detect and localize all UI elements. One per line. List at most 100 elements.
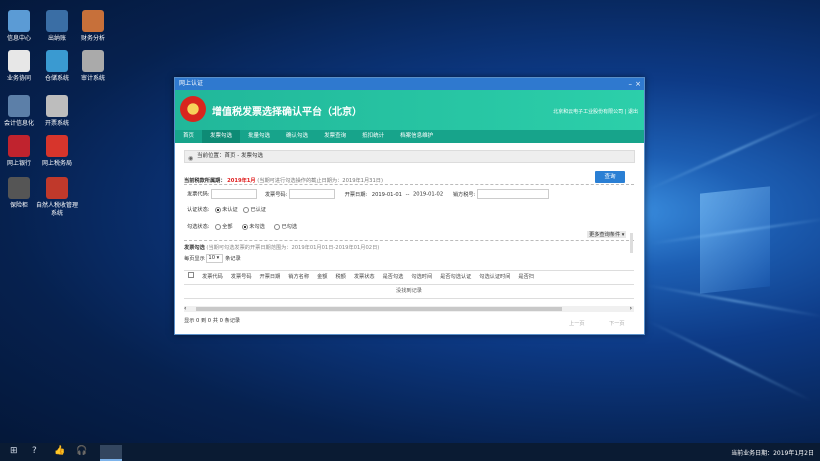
app-icon xyxy=(8,50,30,72)
desktop-icon-label: 审计系统 xyxy=(80,75,105,82)
nav-tab[interactable]: 抵扣统计 xyxy=(354,130,392,143)
page-size-prefix: 每页显示 xyxy=(184,256,205,262)
thumbs-up-icon[interactable]: 👍 xyxy=(54,446,65,456)
app-icon xyxy=(46,95,68,117)
empty-table-message: 没找到记录 xyxy=(184,284,634,299)
date-to-input[interactable]: 2019-01-02 xyxy=(413,192,443,198)
desktop-icon-label: 自然人税收管理系统 xyxy=(35,202,78,217)
filter-row-auth: 认证状态: 未认证 已认证 xyxy=(187,206,266,213)
more-filters-link[interactable]: 更多查询条件 ▾ xyxy=(587,231,627,238)
table-column-header[interactable]: 是否勾选认证 xyxy=(436,271,475,281)
nav-tab[interactable]: 发票查询 xyxy=(316,130,354,143)
table-column-header[interactable]: 金额 xyxy=(313,271,331,281)
help-icon[interactable]: ? xyxy=(32,446,37,456)
taskbar-app-icon[interactable] xyxy=(100,445,122,461)
desktop-icon-label: 网上税务局 xyxy=(41,160,72,167)
app-icon xyxy=(46,50,68,72)
main-nav: 首页 发票勾选 批量勾选 确认勾选 发票查询 抵扣统计 档案信息维护 xyxy=(175,130,644,143)
scroll-right-icon[interactable]: › xyxy=(630,305,632,312)
seller-tax-label: 销方税号: xyxy=(452,191,476,198)
date-from-input[interactable]: 2019-01-01 xyxy=(372,192,402,198)
app-icon xyxy=(82,10,104,32)
prev-page-button[interactable]: 上一页 xyxy=(569,320,585,327)
invoice-table: 发票代码 发票号码 开票日期 销方名称 金额 税额 发票状态 是否勾选 勾选时间 是否勾选认证 勾选… xyxy=(184,271,538,281)
query-button[interactable]: 查询 xyxy=(595,171,625,183)
desktop-icon[interactable]: 审计系统 xyxy=(71,50,115,83)
date-separator: -- xyxy=(405,191,410,198)
filter-row-select: 勾选状态: 全部 未勾选 已勾选 xyxy=(187,223,297,230)
section-note: (当期可勾选发票的开票日期范围为：2019年01月01日-2019年01月02日… xyxy=(206,245,380,251)
nav-tab[interactable]: 发票勾选 xyxy=(202,130,241,143)
next-page-button[interactable]: 下一页 xyxy=(609,320,625,327)
minimize-button[interactable]: – xyxy=(629,78,633,90)
nav-tab[interactable]: 批量勾选 xyxy=(240,130,278,143)
business-date: 当前业务日期：2019年1月2日 xyxy=(731,450,814,457)
scrollbar-thumb[interactable] xyxy=(196,307,562,311)
location-pin-icon: ◉ xyxy=(188,155,194,162)
table-column-header[interactable]: 勾选时间 xyxy=(407,271,436,281)
divider xyxy=(184,240,634,241)
close-button[interactable]: × xyxy=(635,78,641,90)
select-unchecked-radio[interactable] xyxy=(242,223,249,230)
select-all-checkbox[interactable] xyxy=(184,271,198,281)
invoice-no-input[interactable] xyxy=(288,189,335,199)
app-icon xyxy=(46,177,68,199)
auth-status-label: 认证状态: xyxy=(187,207,210,213)
nav-tab[interactable]: 首页 xyxy=(175,130,202,143)
auth-verified-radio[interactable] xyxy=(243,206,250,213)
windows-logo-glow xyxy=(700,186,770,294)
windows-start-icon[interactable]: ⊞ xyxy=(10,446,18,456)
section-header: 发票勾选 (当期可勾选发票的开票日期范围为：2019年01月01日-2019年0… xyxy=(184,244,379,251)
taskbar: ⊞ ? 👍 🎧 当前业务日期：2019年1月2日 xyxy=(0,443,820,461)
page-size-suffix: 条记录 xyxy=(225,256,241,262)
table-footer-info: 显示 0 到 0 共 0 条记录 xyxy=(184,318,241,324)
window-titlebar[interactable]: 网上认证 – × xyxy=(175,78,644,90)
desktop-icon[interactable]: 自然人税收管理系统 xyxy=(35,177,79,218)
wallpaper-light-beam xyxy=(647,111,820,191)
content-scrollbar[interactable] xyxy=(630,233,633,253)
select-checked-label: 已勾选 xyxy=(281,224,298,230)
app-icon xyxy=(8,135,30,157)
table-column-header[interactable]: 是否扫 xyxy=(514,271,538,281)
table-column-header[interactable]: 发票状态 xyxy=(350,271,379,281)
platform-title: 增值税发票选择确认平台（北京） xyxy=(212,107,362,118)
app-icon xyxy=(8,177,30,199)
desktop-icon[interactable]: 财务分析 xyxy=(71,10,115,43)
headset-icon[interactable]: 🎧 xyxy=(76,446,87,456)
page-size-value: 10 xyxy=(208,255,216,261)
app-icon xyxy=(46,10,68,32)
window-title: 网上认证 xyxy=(179,80,204,87)
table-column-header[interactable]: 税额 xyxy=(331,271,349,281)
auth-verified-label: 已认证 xyxy=(250,207,266,213)
select-checked-radio[interactable] xyxy=(274,223,281,230)
table-header-row: 发票代码 发票号码 开票日期 销方名称 金额 税额 发票状态 是否勾选 勾选时间 是否勾选认证 勾选… xyxy=(184,271,538,281)
table-column-header[interactable]: 开票日期 xyxy=(256,271,285,281)
desktop-icon[interactable]: 开票系统 xyxy=(35,95,79,128)
scroll-left-icon[interactable]: ‹ xyxy=(184,305,186,312)
horizontal-scrollbar[interactable]: ‹ › xyxy=(184,305,634,312)
company-logout-link[interactable]: 北京和云电子工业股份有限公司 | 退出 xyxy=(553,108,638,115)
nav-tab[interactable]: 确认勾选 xyxy=(278,130,316,143)
nav-tab[interactable]: 档案信息维护 xyxy=(392,130,441,143)
invoice-code-input[interactable] xyxy=(211,189,258,199)
select-all-radio[interactable] xyxy=(215,223,222,230)
select-status-label: 勾选状态: xyxy=(187,224,210,230)
app-icon xyxy=(8,95,30,117)
table-column-header[interactable]: 勾选认证时间 xyxy=(475,271,514,281)
filter-row-1: 发票代码: 发票号码: 开票日期: 2019-01-01 -- 2019-01-… xyxy=(187,189,549,199)
page-size-select[interactable]: 10 ▾ xyxy=(206,254,224,263)
tax-period-row: 当前税款所属期： 2019年1月 (当期可进行勾选操作的截止日期为：2019年1… xyxy=(184,177,383,184)
table-column-header[interactable]: 是否勾选 xyxy=(379,271,408,281)
national-emblem-icon xyxy=(180,96,206,122)
desktop-icon[interactable]: 网上税务局 xyxy=(35,135,79,168)
table-column-header[interactable]: 销方名称 xyxy=(284,271,313,281)
section-title: 发票勾选 xyxy=(184,245,205,251)
table-column-header[interactable]: 发票代码 xyxy=(198,271,227,281)
table-column-header[interactable]: 发票号码 xyxy=(227,271,256,281)
date-label: 开票日期: xyxy=(344,191,368,198)
select-all-label: 全部 xyxy=(222,224,233,230)
seller-tax-input[interactable] xyxy=(476,189,549,199)
auth-unverified-radio[interactable] xyxy=(215,206,222,213)
online-auth-window: 网上认证 – × 增值税发票选择确认平台（北京） 北京和云电子工业股份有限公司 … xyxy=(174,77,645,335)
app-icon xyxy=(82,50,104,72)
